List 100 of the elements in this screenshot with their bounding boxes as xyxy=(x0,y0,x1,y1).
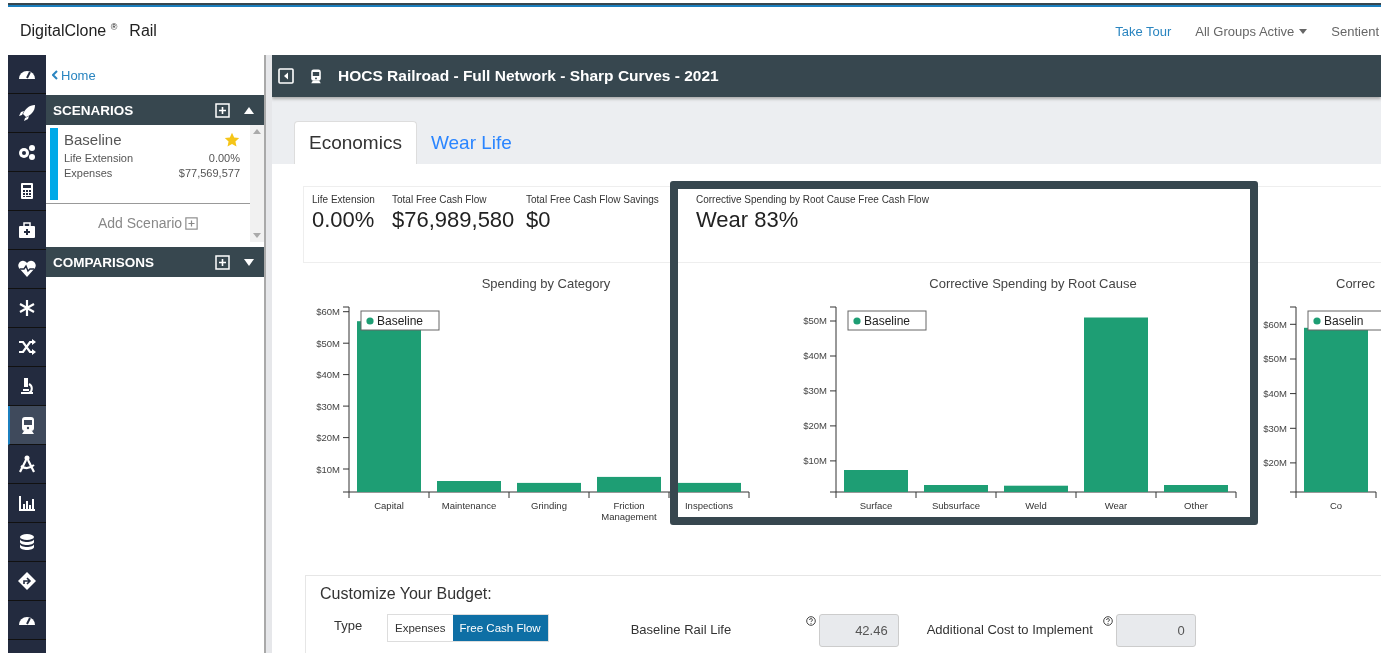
chart-title: Correc xyxy=(1336,276,1375,291)
bar xyxy=(1004,485,1068,492)
caret-icon xyxy=(1299,28,1308,34)
add-icon xyxy=(185,216,199,230)
dropdown-menu[interactable]: All Groups Active xyxy=(1195,23,1308,39)
axis-label: $10M xyxy=(316,463,340,475)
axis-label: $20M xyxy=(1263,457,1287,469)
legend-dot xyxy=(1313,317,1321,325)
axis-label: $30M xyxy=(803,385,827,397)
axis-label: $20M xyxy=(316,432,340,444)
axis-label: Wear xyxy=(1104,500,1128,511)
medkit-icon xyxy=(17,220,37,240)
metric-value: Wear 83% xyxy=(696,207,800,233)
axis-label: Inspections xyxy=(684,500,734,511)
sidebar-nav-button[interactable] xyxy=(8,406,46,445)
help-icon[interactable] xyxy=(1102,616,1113,626)
help-icon[interactable] xyxy=(805,616,816,626)
axis-label: Subsurface xyxy=(931,500,981,511)
axis-label: $50M xyxy=(1263,353,1287,365)
axis-label: $50M xyxy=(803,315,827,327)
axis-label: Grinding xyxy=(531,500,567,511)
axis-label: Capital xyxy=(374,500,404,511)
field-label: Additional Cost to Implement xyxy=(926,622,1094,637)
bar xyxy=(597,476,661,492)
snowflake-icon xyxy=(17,298,37,318)
bar xyxy=(517,482,581,492)
shuffle-icon xyxy=(17,337,37,357)
scenario-label: Expenses xyxy=(64,166,113,181)
legend-label: Baseline xyxy=(864,314,911,328)
product-name: Rail xyxy=(129,21,157,41)
axis-label: $40M xyxy=(803,350,827,362)
bar xyxy=(924,485,988,492)
add-icon[interactable] xyxy=(215,254,230,270)
section-title: Customize Your Budget: xyxy=(320,585,493,603)
toggle-option[interactable]: Free Cash Flow xyxy=(452,615,548,641)
axis-label: $30M xyxy=(316,400,340,412)
chart-title: Spending by Category xyxy=(481,276,611,291)
scenario-card[interactable]: Baseline Life Extension 0.00% Expenses $77,569,577 xyxy=(46,125,250,204)
scenario-label: Life Extension xyxy=(64,151,134,166)
field-label: Type xyxy=(334,618,364,633)
axis-label: $40M xyxy=(1263,388,1287,400)
home-link[interactable]: Home xyxy=(52,67,96,83)
axis-label: $10M xyxy=(803,455,827,467)
section-header: COMPARISONS xyxy=(46,247,264,277)
field-label: Baseline Rail Life xyxy=(630,622,733,637)
axis-label: $60M xyxy=(1263,318,1287,330)
diamond-sign-icon xyxy=(17,571,37,591)
axis-label: $60M xyxy=(316,306,340,318)
axis-label: $20M xyxy=(803,420,827,432)
legend-dot xyxy=(853,317,861,325)
add-scenario-button[interactable]: Add Scenario xyxy=(97,215,199,231)
metric-label: Total Free Cash Flow xyxy=(392,194,488,205)
axis-label: Maintenance xyxy=(441,500,497,511)
legend-dot xyxy=(366,317,374,325)
scroll-up-icon xyxy=(253,129,261,134)
compass-icon xyxy=(17,454,37,474)
scroll-down-icon xyxy=(253,233,261,238)
metric-value: $0 xyxy=(526,207,552,233)
scenario-name: Baseline xyxy=(64,131,122,148)
axis-label: Weld xyxy=(1025,500,1047,511)
scrollbar[interactable] xyxy=(250,125,264,242)
axis-label: Surface xyxy=(859,500,893,511)
axis-label: $30M xyxy=(1263,422,1287,434)
chart-title: Corrective Spending by Root Cause xyxy=(929,276,1137,291)
bar xyxy=(844,470,908,492)
legend-label: Baselin xyxy=(1324,314,1364,328)
metric-label: Total Free Cash Flow Savings xyxy=(526,194,660,205)
chevron-left-icon xyxy=(52,70,58,80)
database-icon xyxy=(17,532,37,552)
collapse-caret-icon[interactable] xyxy=(244,106,254,114)
section-header: SCENARIOS xyxy=(46,95,264,125)
brand-name: DigitalClone $^{®}$ xyxy=(20,21,118,41)
gears-icon xyxy=(17,142,37,162)
expand-caret-icon[interactable] xyxy=(244,258,254,266)
bar-chart-icon xyxy=(17,493,37,513)
axis-label: Other xyxy=(1184,500,1208,511)
bar xyxy=(437,481,501,492)
bar xyxy=(1164,485,1228,492)
metric-label: Corrective Spending by Root Cause Free Cash Flow xyxy=(696,194,930,205)
axis-label: Friction Management xyxy=(601,500,657,522)
nav-link[interactable]: Take Tour xyxy=(1115,23,1172,39)
legend-label: Baseline xyxy=(377,314,424,328)
add-icon[interactable] xyxy=(215,102,230,118)
metric-value: 0.00% xyxy=(312,207,376,233)
page-title: HOCS Railroad - Full Network - Sharp Curves - 2021 xyxy=(338,67,719,85)
collapse-panel-icon[interactable] xyxy=(278,68,294,84)
axis-label: $40M xyxy=(316,369,340,381)
rocket-icon xyxy=(17,103,37,123)
axis-label: Co xyxy=(1329,500,1343,511)
scenario-value: $77,569,577 xyxy=(178,166,240,181)
user-name: Sentient xyxy=(1331,23,1379,39)
heart-pulse-icon xyxy=(17,259,37,279)
bar xyxy=(677,482,741,492)
metric-value: $76,989,580 xyxy=(392,207,514,233)
scenario-value: 0.00% xyxy=(208,151,240,166)
tab[interactable]: Economics xyxy=(294,121,417,164)
axis-label: $50M xyxy=(316,337,340,349)
train-icon xyxy=(308,68,324,84)
metric-label: Life Extension xyxy=(312,194,376,205)
tab[interactable]: Wear Life xyxy=(416,121,526,164)
